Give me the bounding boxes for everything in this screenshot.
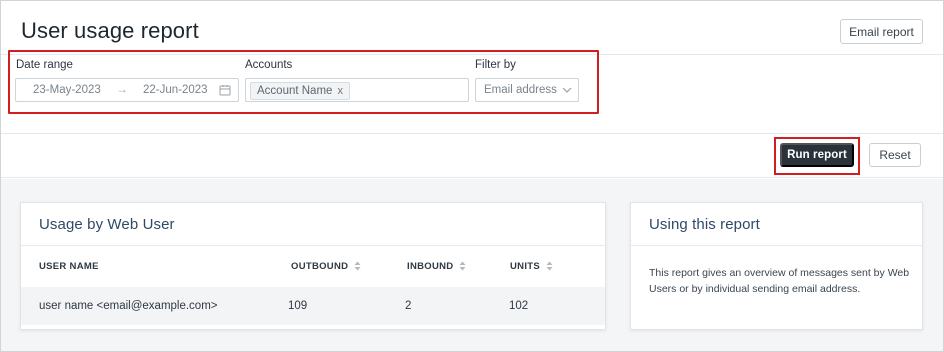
cell-inbound: 2 [405,300,412,312]
reset-button[interactable]: Reset [869,143,921,167]
column-header-units-label: UNITS [510,261,540,272]
account-tag: Account Name x [250,82,350,100]
table-row[interactable]: user name <email@example.com> 109 2 102 [21,287,605,325]
help-card: Using this report This report gives an o… [630,202,923,330]
filter-by-select[interactable]: Email address [475,78,579,102]
help-card-title: Using this report [649,216,760,233]
divider [631,245,922,246]
remove-tag-icon[interactable]: x [337,85,343,97]
email-report-button[interactable]: Email report [840,19,923,44]
usage-card-title: Usage by Web User [39,216,175,233]
column-header-outbound[interactable]: OUTBOUND [291,261,361,272]
calendar-icon[interactable] [219,84,231,96]
divider [21,245,605,246]
sort-icon[interactable] [354,261,361,271]
column-header-inbound[interactable]: INBOUND [407,261,466,272]
column-header-units[interactable]: UNITS [510,261,553,272]
sort-icon[interactable] [459,261,466,271]
column-header-inbound-label: INBOUND [407,261,454,272]
cell-units: 102 [509,300,529,312]
help-text: This report gives an overview of message… [649,267,910,295]
page-header: User usage report [1,1,943,55]
page-title: User usage report [21,18,199,43]
date-start-value[interactable]: 23-May-2023 [33,84,101,96]
cell-outbound: 109 [288,300,308,312]
column-header-user-name: USER NAME [39,261,99,272]
accounts-label: Accounts [245,59,293,71]
date-range-picker[interactable]: 23-May-2023 → 22-Jun-2023 [15,78,239,102]
cell-user: user name <email@example.com> [39,300,218,312]
accounts-select[interactable]: Account Name x [245,78,469,102]
sort-icon[interactable] [546,261,553,271]
account-tag-label: Account Name [257,85,333,97]
filter-by-label: Filter by [475,59,516,71]
run-report-button[interactable]: Run report [780,143,854,167]
arrow-right-icon: → [116,82,128,96]
chevron-down-icon [562,87,572,93]
date-end-value[interactable]: 22-Jun-2023 [143,84,208,96]
filter-by-value: Email address [484,84,557,96]
date-range-label: Date range [16,59,73,71]
column-header-outbound-label: OUTBOUND [291,261,349,272]
usage-card: Usage by Web User USER NAME OUTBOUND INB… [20,202,606,330]
